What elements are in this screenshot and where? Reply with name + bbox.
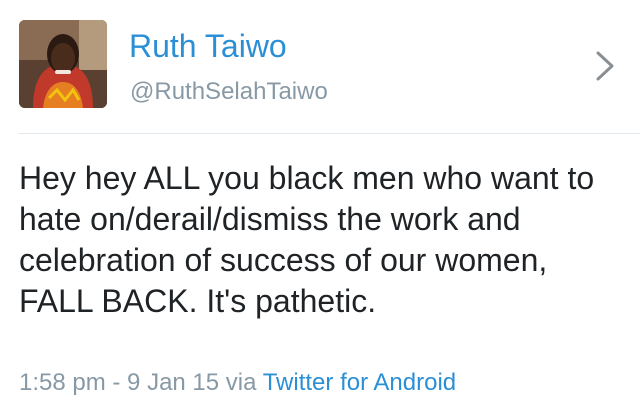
chevron-right-icon[interactable] [592, 48, 618, 84]
client-link[interactable]: Twitter for Android [263, 369, 456, 396]
avatar[interactable] [19, 20, 107, 108]
tweet-header[interactable]: Ruth Taiwo @RuthSelahTaiwo [0, 0, 640, 132]
tweet-timestamp[interactable]: 1:58 pm - 9 Jan 15 [19, 369, 219, 396]
avatar-image [19, 20, 107, 108]
tweet-text: Hey hey ALL you black men who want to ha… [19, 160, 595, 319]
author-name[interactable]: Ruth Taiwo [129, 28, 287, 64]
author-handle[interactable]: @RuthSelahTaiwo [130, 78, 328, 106]
via-label: via [225, 369, 257, 396]
tweet-meta: 1:58 pm - 9 Jan 15 via Twitter for Andro… [19, 369, 456, 397]
tweet-card: Ruth Taiwo @RuthSelahTaiwo Hey hey ALL y… [0, 0, 640, 403]
divider [19, 133, 640, 134]
